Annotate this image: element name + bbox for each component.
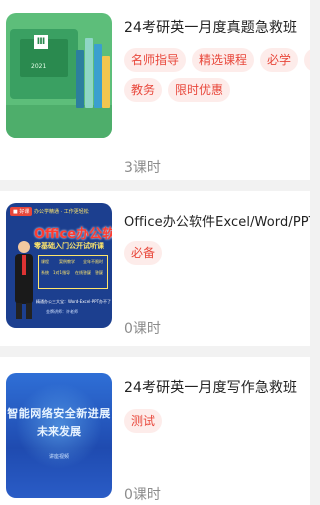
course-tag: 多 [304,48,310,72]
lesson-count: 0课时 [124,321,161,337]
thumbnail-title: Office办公软件 [34,227,112,242]
lesson-count: 0课时 [124,487,161,503]
thumbnail-year: 2021 [31,63,47,70]
lesson-count: 3课时 [124,160,161,176]
course-card[interactable]: 智能网络安全新进展 未来发展 讲座视频 24考研英一月度写作急救班 测试 0课时 [0,357,310,505]
course-card[interactable]: Ⅲ 2021 24考研英一月度真题急救班 名师指导 精选课程 必学 多 教务 限… [0,0,310,180]
feature-cell: 在线答疑 [75,270,91,275]
thumbnail-caption: 讲座视频 [48,454,69,460]
course-title[interactable]: Office办公软件Excel/Word/PPT [124,211,310,230]
course-tag: 必备 [124,241,163,265]
thumbnail-title: 智能网络安全新进展 [7,407,111,420]
feature-grid: 课程 系统 案例教学 全年不限时 1对1指导 在线答疑 答疑 [38,255,108,289]
course-tag: 限时优惠 [168,78,231,102]
course-tag: 教务 [124,78,163,102]
thumbnail-subtitle: 零基础入门公开试听课 [34,242,104,250]
course-tag: 名师指导 [124,48,187,72]
course-tags: 测试 [124,409,310,433]
book-shape [102,56,110,108]
thumbnail-instructor: 金牌讲师：许老师 [46,309,78,314]
thumbnail-subtitle: 未来发展 [37,425,81,438]
thumbnail-footer: 精通办公三大宝：Word-Excel-PPT办不了 [36,299,112,304]
course-tag: 必学 [260,48,299,72]
feature-cell: 1对1指导 [53,270,71,275]
book-shape [85,38,93,108]
course-tag: 测试 [124,409,163,433]
course-thumbnail[interactable]: Ⅲ 2021 [6,13,112,138]
course-list: Ⅲ 2021 24考研英一月度真题急救班 名师指导 精选课程 必学 多 教务 限… [0,0,310,505]
book-shape [94,44,102,108]
course-thumbnail[interactable]: 智能网络安全新进展 未来发展 讲座视频 [6,373,112,498]
feature-cell: 答疑 [95,270,103,275]
thumbnail-headline: 办公学精通 · 工作更轻松 [34,209,89,215]
course-thumbnail[interactable]: ■ 好课 办公学精通 · 工作更轻松 Office办公软件 零基础入门公开试听课… [6,203,112,328]
course-tags: 必备 [124,241,310,265]
feature-cell: 系统 [41,270,49,275]
course-tag: 精选课程 [192,48,255,72]
books-illustration [76,33,110,108]
brand-logo: ■ 好课 [10,207,33,216]
document-icon: Ⅲ [34,35,48,49]
course-title[interactable]: 24考研英一月度真题急救班 [124,17,297,37]
course-title[interactable]: 24考研英一月度写作急救班 [124,377,297,397]
thumbnail-shelf [6,105,112,138]
book-shape [76,50,84,108]
feature-cell: 全年不限时 [83,259,103,264]
feature-cell: 课程 [41,259,49,264]
instructor-figure [15,241,33,319]
course-card[interactable]: ■ 好课 办公学精通 · 工作更轻松 Office办公软件 零基础入门公开试听课… [0,191,310,346]
feature-cell: 案例教学 [59,259,75,264]
course-tags: 名师指导 精选课程 必学 多 教务 限时优惠 [124,48,310,102]
